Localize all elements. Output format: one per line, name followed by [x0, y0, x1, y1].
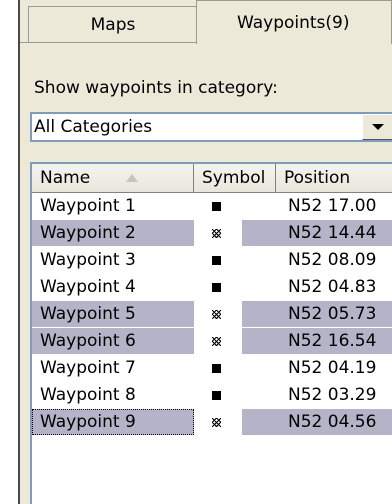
waypoint-name: Waypoint 7 — [40, 358, 136, 378]
filled-square-icon — [212, 282, 221, 292]
table-row[interactable]: Waypoint 7 N52 04.19 — [32, 355, 392, 382]
waypoint-symbol — [194, 220, 276, 246]
table-row[interactable]: Waypoint 5 N52 05.73 — [32, 301, 392, 328]
filled-square-icon — [212, 201, 221, 211]
sort-ascending-icon — [126, 174, 139, 182]
dropdown-button[interactable] — [362, 114, 392, 140]
waypoint-name: Waypoint 9 — [32, 409, 194, 435]
waypoint-position: N52 04.83 — [288, 277, 377, 297]
table-row[interactable]: Waypoint 2 N52 14.44 — [32, 220, 392, 247]
column-header-symbol[interactable]: Symbol — [194, 164, 276, 192]
waypoint-position: N52 16.54 — [276, 328, 392, 354]
waypoint-symbol — [194, 274, 276, 300]
waypoint-name: Waypoint 5 — [32, 301, 194, 327]
waypoint-position: N52 14.44 — [276, 220, 392, 246]
waypoint-position: N52 08.09 — [288, 250, 377, 270]
waypoint-symbol — [194, 301, 276, 327]
category-selected-value: All Categories — [34, 117, 153, 137]
table-row[interactable]: Waypoint 6 N52 16.54 — [32, 328, 392, 355]
waypoint-name: Waypoint 8 — [40, 385, 136, 405]
waypoint-name: Waypoint 2 — [32, 220, 194, 246]
waypoint-symbol — [194, 409, 276, 435]
filled-square-icon — [212, 363, 221, 373]
waypoint-position: N52 05.73 — [276, 301, 392, 327]
selection-highlight — [242, 328, 276, 354]
chevron-down-icon — [372, 124, 384, 130]
column-header-name[interactable]: Name — [32, 164, 194, 192]
category-dropdown[interactable]: All Categories — [30, 112, 392, 142]
selection-highlight — [242, 409, 276, 435]
table-row[interactable]: Waypoint 3 N52 08.09 — [32, 247, 392, 274]
column-header-position-label: Position — [284, 168, 351, 188]
table-row[interactable]: Waypoint 1 N52 17.00 — [32, 193, 392, 220]
list-header: Name Symbol Position — [32, 164, 392, 193]
waypoint-symbol — [194, 382, 276, 408]
table-row[interactable]: Waypoint 8 N52 03.29 — [32, 382, 392, 409]
selection-highlight — [242, 220, 276, 246]
selection-highlight — [242, 301, 276, 327]
waypoint-symbol — [194, 328, 276, 354]
table-row[interactable]: Waypoint 9 N52 04.56 — [32, 409, 392, 436]
column-header-position[interactable]: Position — [276, 164, 392, 192]
category-label: Show waypoints in category: — [34, 78, 278, 98]
column-header-name-label: Name — [40, 168, 91, 188]
waypoint-name: Waypoint 4 — [40, 277, 136, 297]
waypoints-panel: Maps Waypoints(9) Show waypoints in cate… — [18, 0, 392, 504]
waypoint-symbol — [194, 247, 276, 273]
waypoint-name: Waypoint 6 — [32, 328, 194, 354]
list-rows: Waypoint 1 N52 17.00 Waypoint 2 N52 14.44 Wa… — [32, 193, 392, 436]
active-tab-gap — [197, 42, 391, 44]
hatched-square-icon — [212, 417, 221, 427]
column-header-symbol-label: Symbol — [202, 168, 266, 188]
hatched-square-icon — [212, 309, 221, 319]
tab-maps[interactable]: Maps — [28, 6, 198, 42]
waypoint-position: N52 03.29 — [288, 385, 377, 405]
waypoint-position: N52 04.19 — [288, 358, 377, 378]
tab-strip: Maps Waypoints(9) — [20, 0, 392, 46]
waypoint-symbol — [194, 355, 276, 381]
waypoint-name: Waypoint 3 — [40, 250, 136, 270]
waypoint-symbol — [194, 193, 276, 219]
hatched-square-icon — [212, 336, 221, 346]
waypoint-list[interactable]: Name Symbol Position Waypoint 1 N52 17.00… — [30, 162, 392, 504]
filled-square-icon — [212, 255, 221, 265]
waypoint-position: N52 17.00 — [288, 196, 377, 216]
waypoint-name: Waypoint 1 — [40, 196, 136, 216]
table-row[interactable]: Waypoint 4 N52 04.83 — [32, 274, 392, 301]
filled-square-icon — [212, 390, 221, 400]
tab-waypoints[interactable]: Waypoints(9) — [196, 0, 392, 44]
hatched-square-icon — [212, 228, 221, 238]
waypoint-position: N52 04.56 — [276, 409, 392, 435]
